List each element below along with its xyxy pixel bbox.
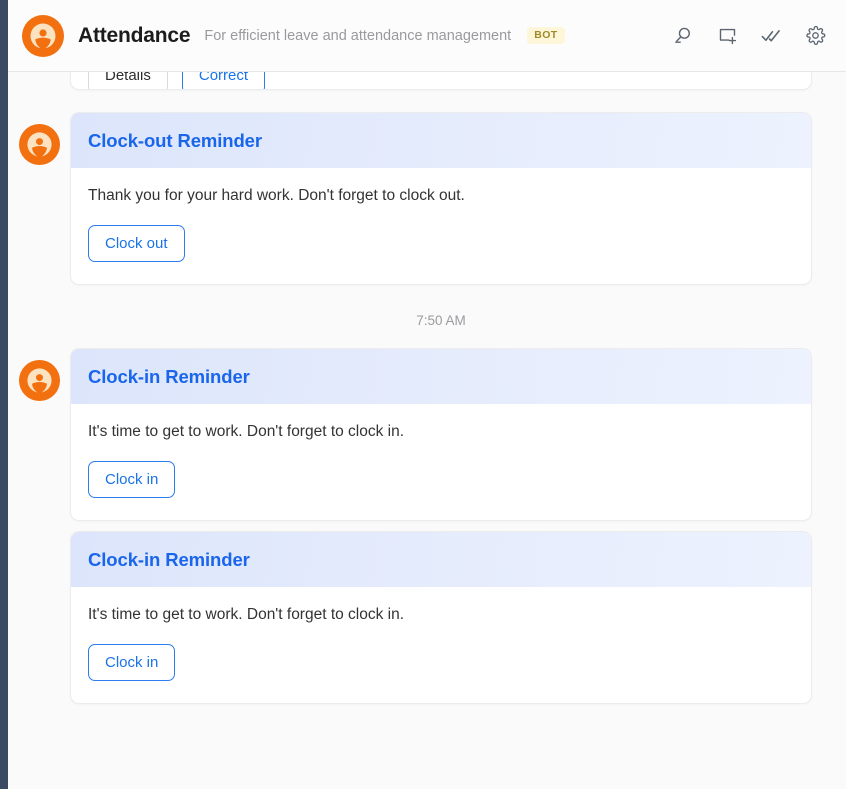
reminder-card: Clock-in Reminder It's time to get to wo… (70, 347, 812, 521)
gear-icon[interactable] (802, 23, 828, 49)
bot-badge: BOT (527, 27, 565, 44)
reminder-card-text: It's time to get to work. Don't forget t… (88, 422, 405, 440)
reminder-card-text: It's time to get to work. Don't forget t… (88, 605, 405, 623)
attendance-bot-app: Attendance For efficient leave and atten… (0, 0, 846, 789)
avatar-slot-empty (8, 531, 70, 543)
correct-button[interactable]: Correct (181, 72, 266, 89)
timestamp-divider: 7:50 AM (416, 312, 466, 328)
reminder-card-body: Thank you for your hard work. Don't forg… (71, 168, 811, 284)
attendance-person-logo-icon (22, 14, 64, 57)
new-chat-icon[interactable] (714, 23, 740, 49)
app-subtitle: For efficient leave and attendance manag… (204, 27, 512, 44)
partial-card-actions: Details Correct (88, 72, 266, 89)
reminder-card-body: It's time to get to work. Don't forget t… (71, 404, 811, 520)
reminder-card-header: Clock-in Reminder (71, 531, 811, 587)
clock-in-button[interactable]: Clock in (88, 643, 176, 681)
message-clock-out-reminder: Clock-out Reminder Thank you for your ha… (8, 112, 812, 285)
avatar-slot (8, 112, 70, 165)
mark-all-read-icon[interactable] (758, 23, 784, 49)
message-list[interactable]: Details Correct Clock-out Reminder Thank… (0, 72, 846, 789)
reminder-card: Clock-in Reminder It's time to get to wo… (70, 530, 812, 704)
header-actions (670, 23, 828, 49)
clock-in-button[interactable]: Clock in (88, 460, 176, 498)
clock-out-button[interactable]: Clock out (88, 224, 185, 262)
details-button[interactable]: Details (88, 72, 168, 89)
reminder-card: Clock-out Reminder Thank you for your ha… (70, 112, 812, 285)
left-rail-strip (0, 0, 8, 789)
avatar-slot (8, 348, 70, 401)
app-header: Attendance For efficient leave and atten… (0, 0, 846, 72)
reminder-card-body: It's time to get to work. Don't forget t… (71, 587, 811, 703)
previous-message-card-partial: Details Correct (70, 72, 812, 90)
page-title: Attendance (78, 23, 191, 47)
reminder-card-title: Clock-in Reminder (88, 548, 250, 570)
search-icon[interactable] (670, 23, 696, 49)
reminder-card-title: Clock-in Reminder (88, 365, 250, 387)
message-clock-in-reminder-2: Clock-in Reminder It's time to get to wo… (8, 530, 812, 704)
reminder-card-header: Clock-in Reminder (71, 348, 811, 404)
avatar (18, 124, 60, 165)
reminder-card-header: Clock-out Reminder (71, 113, 811, 168)
avatar (18, 359, 60, 401)
message-clock-in-reminder-1: Clock-in Reminder It's time to get to wo… (8, 347, 812, 521)
reminder-card-text: Thank you for your hard work. Don't forg… (88, 187, 465, 204)
reminder-card-title: Clock-out Reminder (88, 130, 262, 151)
